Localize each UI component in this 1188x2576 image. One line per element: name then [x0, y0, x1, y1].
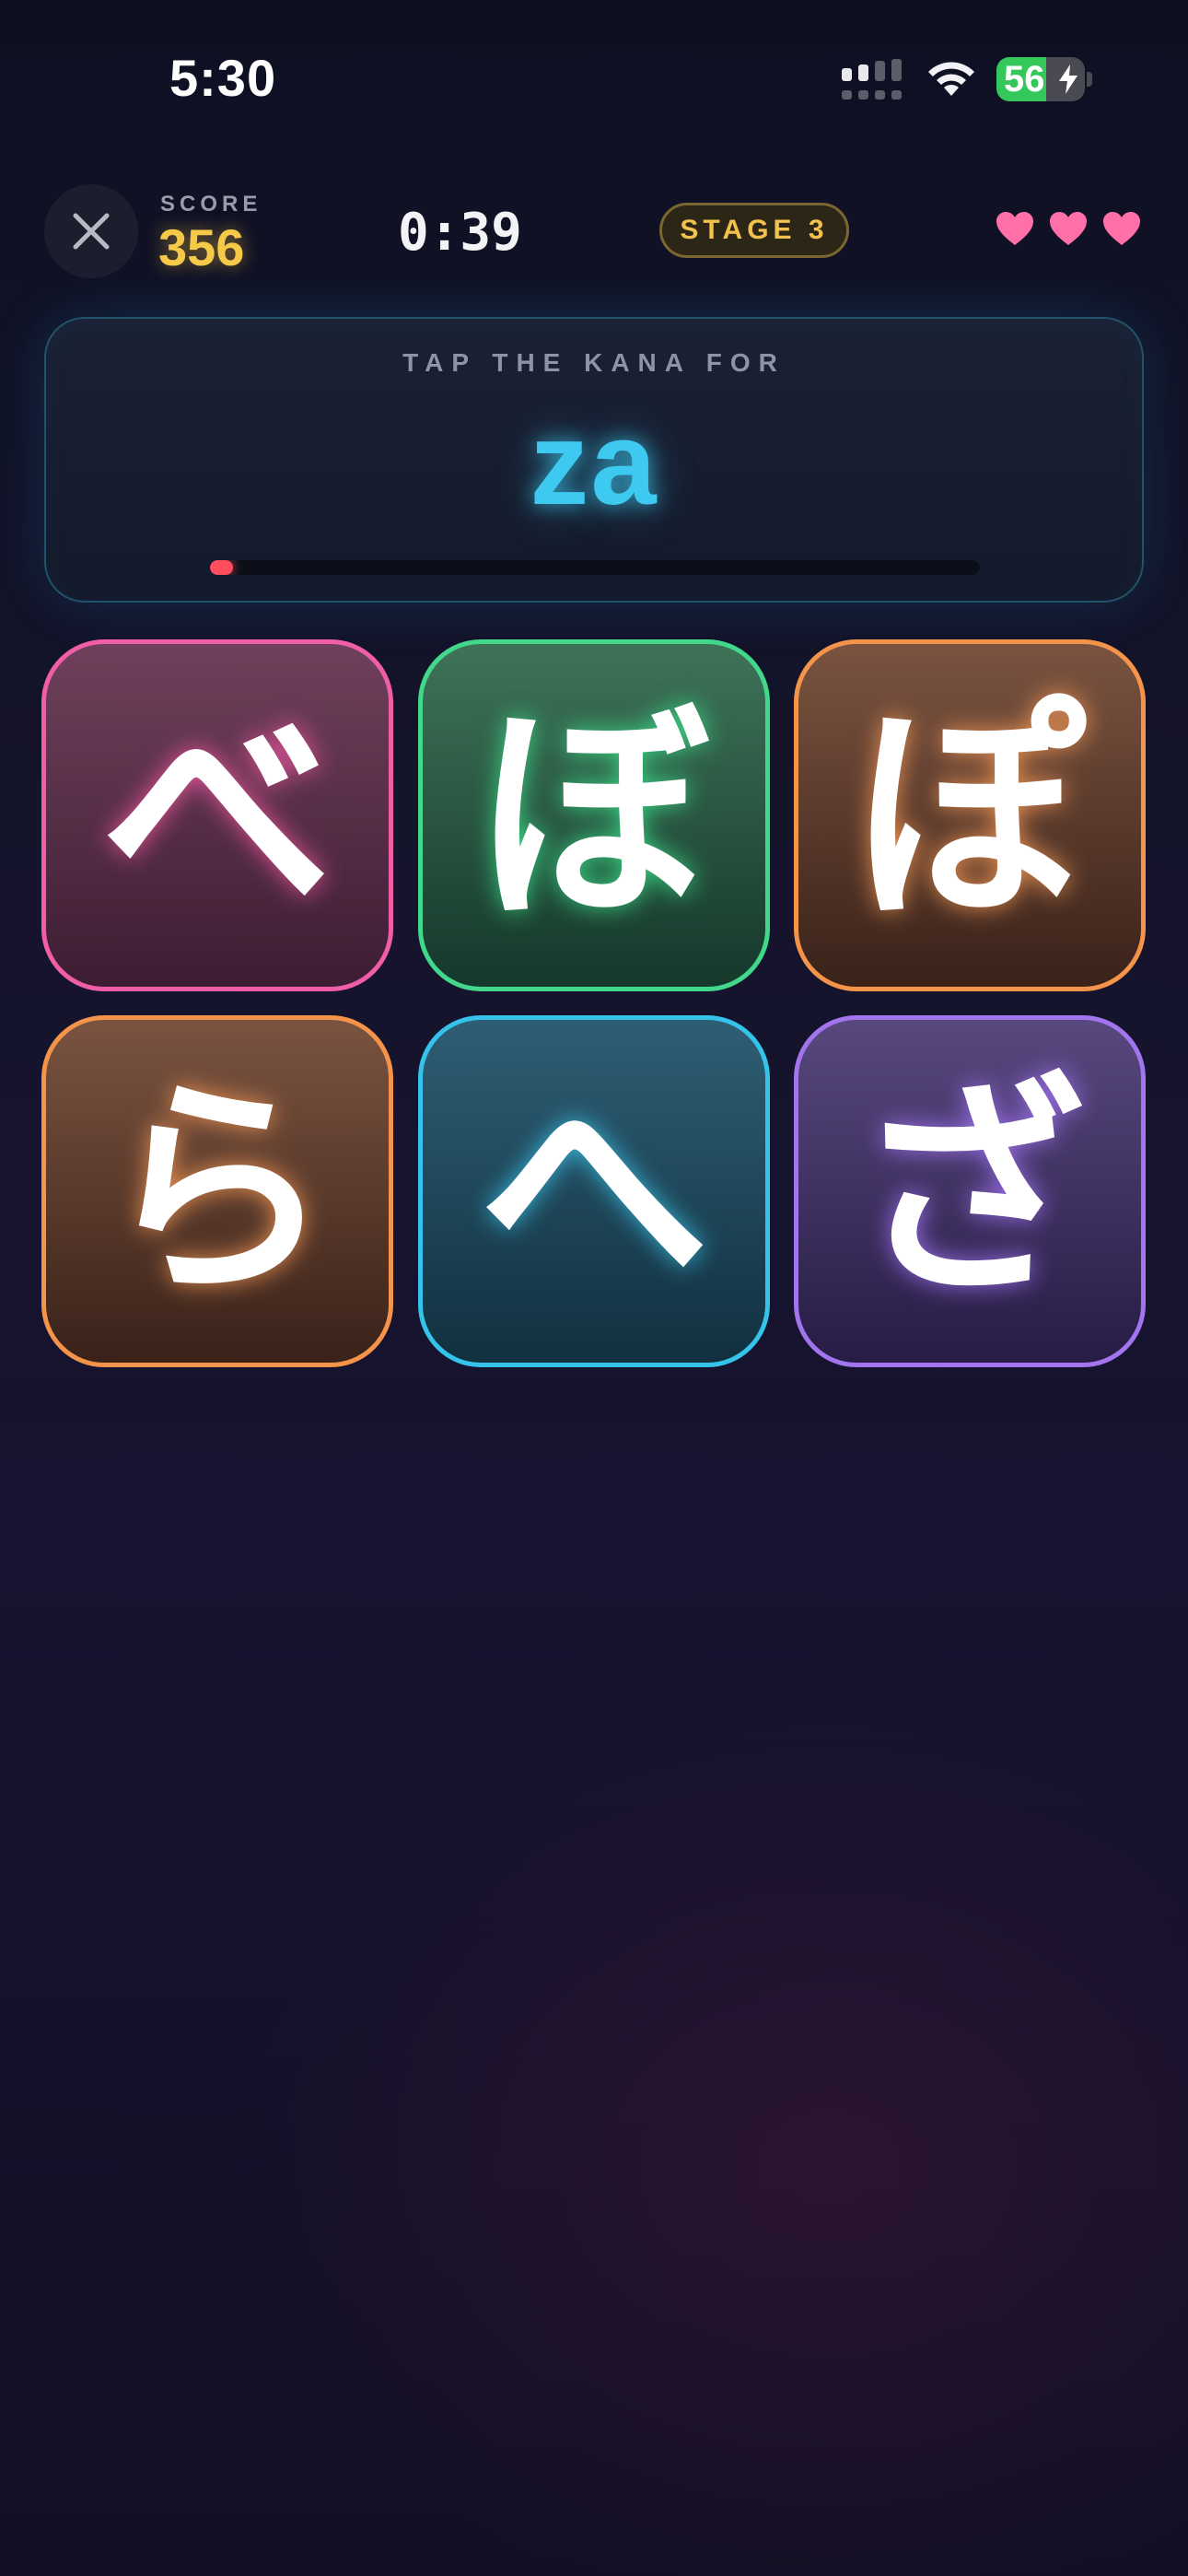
- close-icon: [73, 213, 110, 250]
- kana-tile-5[interactable]: へ: [418, 1015, 770, 1367]
- heart-icon: [1050, 212, 1087, 245]
- game-timer: 0:39: [398, 203, 522, 263]
- score-value: 356: [158, 218, 245, 276]
- heart-icon: [996, 212, 1033, 245]
- kana-tile-2[interactable]: ぼ: [418, 639, 770, 991]
- battery-indicator: 56: [996, 57, 1085, 101]
- close-button[interactable]: [44, 184, 138, 278]
- kana-tile-3[interactable]: ぽ: [794, 639, 1146, 991]
- kana-tile-4[interactable]: ら: [41, 1015, 393, 1367]
- prompt-label: TAP THE KANA FOR: [402, 348, 786, 377]
- kana-glyph: ぽ: [855, 681, 1085, 949]
- lives-indicator: [995, 210, 1142, 247]
- score-label: SCORE: [160, 192, 262, 217]
- battery-level: 56: [1004, 59, 1045, 100]
- kana-glyph: ぼ: [479, 681, 709, 949]
- charging-bolt-icon: [1059, 64, 1077, 94]
- kana-glyph: ざ: [855, 1057, 1085, 1325]
- stage-badge: STAGE 3: [659, 203, 849, 258]
- time-remaining-fill: [210, 560, 234, 575]
- kana-glyph: べ: [102, 681, 332, 949]
- battery-cap: [1087, 72, 1092, 87]
- prompt-romaji: za: [530, 398, 658, 530]
- kana-glyph: ら: [102, 1057, 332, 1325]
- time-remaining-bar: [210, 560, 980, 575]
- kana-tile-6[interactable]: ざ: [794, 1015, 1146, 1367]
- kana-tile-1[interactable]: べ: [41, 639, 393, 991]
- signal-icon: [842, 59, 902, 100]
- heart-icon: [1103, 212, 1140, 245]
- wifi-icon: [928, 62, 974, 96]
- kana-glyph: へ: [479, 1057, 709, 1325]
- status-time: 5:30: [169, 49, 277, 107]
- prompt-panel: TAP THE KANA FOR za: [44, 317, 1144, 603]
